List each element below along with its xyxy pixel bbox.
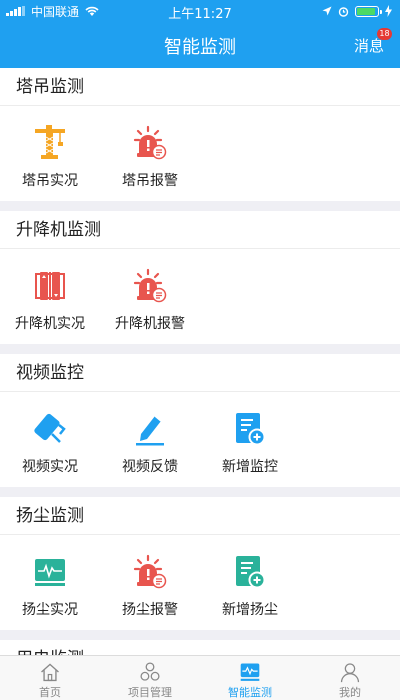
tab-label: 项目管理 bbox=[128, 686, 172, 699]
tab-project[interactable]: 项目管理 bbox=[100, 656, 200, 700]
tab-mine[interactable]: 我的 bbox=[300, 656, 400, 700]
tower-crane-alarm-button[interactable]: 塔吊报警 bbox=[100, 106, 200, 201]
item-label: 扬尘报警 bbox=[122, 602, 178, 618]
main-content: 塔吊监测 塔吊实况 塔吊报警 升降机监测 升降机实况 升降机报警 视频监控 视频… bbox=[0, 68, 400, 655]
tab-label: 智能监测 bbox=[228, 686, 272, 699]
item-label: 视频反馈 bbox=[122, 459, 178, 475]
add-document-icon bbox=[231, 410, 269, 448]
section-title: 视频监控 bbox=[0, 354, 400, 392]
monitor-icon bbox=[31, 553, 69, 591]
section-title: 塔吊监测 bbox=[0, 68, 400, 106]
add-dust-button[interactable]: 新增扬尘 bbox=[200, 535, 300, 630]
add-document-icon bbox=[231, 553, 269, 591]
section-title: 用电监测 bbox=[0, 640, 400, 655]
tab-bar: 首页 项目管理 智能监测 我的 bbox=[0, 655, 400, 700]
location-icon bbox=[322, 6, 332, 16]
elevator-alarm-button[interactable]: 升降机报警 bbox=[100, 249, 200, 344]
item-label: 塔吊报警 bbox=[122, 173, 178, 189]
monitor-icon bbox=[240, 663, 260, 681]
battery-icon bbox=[355, 5, 382, 17]
pen-icon bbox=[131, 410, 169, 448]
section-elevator: 升降机监测 升降机实况 升降机报警 bbox=[0, 211, 400, 344]
section-video: 视频监控 视频实况 视频反馈 新增监控 bbox=[0, 354, 400, 487]
status-right bbox=[322, 0, 392, 22]
video-feedback-button[interactable]: 视频反馈 bbox=[100, 392, 200, 487]
alarm-light-icon bbox=[131, 267, 169, 305]
item-label: 升降机报警 bbox=[115, 316, 185, 332]
dust-live-button[interactable]: 扬尘实况 bbox=[0, 535, 100, 630]
tab-monitor[interactable]: 智能监测 bbox=[200, 656, 300, 700]
charging-icon bbox=[385, 5, 392, 17]
user-icon bbox=[340, 663, 360, 683]
tower-crane-icon bbox=[31, 124, 69, 162]
video-live-button[interactable]: 视频实况 bbox=[0, 392, 100, 487]
section-title: 扬尘监测 bbox=[0, 497, 400, 535]
alarm-clock-icon bbox=[338, 6, 349, 17]
item-label: 扬尘实况 bbox=[22, 602, 78, 618]
item-label: 视频实况 bbox=[22, 459, 78, 475]
page-title: 智能监测 bbox=[164, 37, 236, 58]
item-label: 塔吊实况 bbox=[22, 173, 78, 189]
tab-home[interactable]: 首页 bbox=[0, 656, 100, 700]
tab-label: 我的 bbox=[339, 686, 361, 699]
alarm-light-icon bbox=[131, 124, 169, 162]
tab-label: 首页 bbox=[39, 686, 61, 699]
dust-alarm-button[interactable]: 扬尘报警 bbox=[100, 535, 200, 630]
alarm-light-icon bbox=[131, 553, 169, 591]
item-label: 新增监控 bbox=[222, 459, 278, 475]
nav-bar: 智能监测 消息 18 bbox=[0, 22, 400, 68]
project-icon bbox=[140, 662, 160, 681]
section-title: 升降机监测 bbox=[0, 211, 400, 249]
tower-crane-live-button[interactable]: 塔吊实况 bbox=[0, 106, 100, 201]
status-bar: 中国联通 上午11:27 bbox=[0, 0, 400, 22]
home-icon bbox=[41, 663, 59, 682]
section-dust: 扬尘监测 扬尘实况 扬尘报警 新增扬尘 bbox=[0, 497, 400, 630]
add-monitor-button[interactable]: 新增监控 bbox=[200, 392, 300, 487]
camera-icon bbox=[31, 410, 69, 448]
item-label: 新增扬尘 bbox=[222, 602, 278, 618]
section-tower-crane: 塔吊监测 塔吊实况 塔吊报警 bbox=[0, 68, 400, 201]
messages-badge: 18 bbox=[377, 28, 392, 40]
elevator-icon bbox=[31, 267, 69, 305]
elevator-live-button[interactable]: 升降机实况 bbox=[0, 249, 100, 344]
section-electricity: 用电监测 bbox=[0, 640, 400, 655]
item-label: 升降机实况 bbox=[15, 316, 85, 332]
